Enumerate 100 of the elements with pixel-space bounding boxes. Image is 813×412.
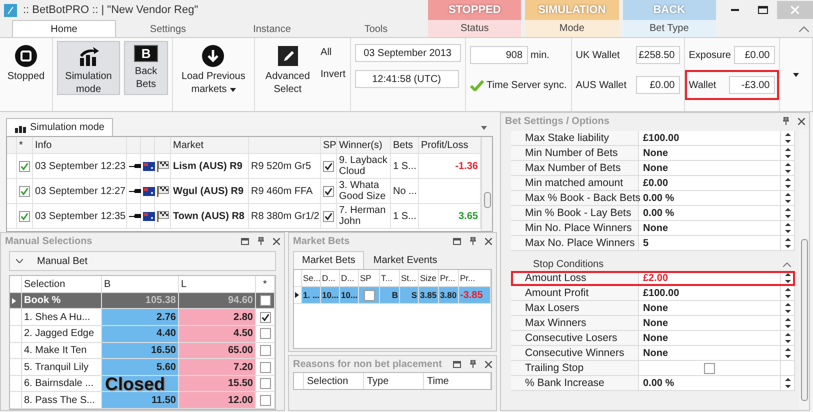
property-value[interactable]: 0.00 % xyxy=(639,376,781,390)
exposure-field[interactable]: £0.00 xyxy=(734,46,775,64)
column-header[interactable]: SP xyxy=(359,270,380,286)
context-tab-label[interactable]: Bet Type xyxy=(622,20,716,37)
column-header[interactable]: SP xyxy=(321,137,337,153)
lay-price-cell[interactable]: 2.80 xyxy=(179,309,256,326)
context-tab-label[interactable]: Mode xyxy=(525,20,618,37)
ribbon-tab[interactable]: Tools xyxy=(324,20,428,37)
panel-tab[interactable]: Market Bets xyxy=(293,251,364,270)
back-price-cell[interactable]: 16.50 xyxy=(102,342,179,358)
property-value[interactable]: None xyxy=(639,221,781,235)
ribbon-button[interactable]: Load Previous markets xyxy=(177,41,250,95)
checkbox[interactable] xyxy=(260,312,270,323)
checkbox[interactable] xyxy=(260,328,270,340)
wallet-field[interactable]: £0.00 xyxy=(636,76,680,94)
lay-price-cell[interactable]: 15.50 xyxy=(179,376,256,392)
checkbox[interactable] xyxy=(19,186,30,196)
ribbon-button[interactable]: Simulation mode xyxy=(57,41,120,95)
spinner-icon[interactable] xyxy=(785,318,791,328)
checkbox[interactable] xyxy=(364,290,374,301)
wallet-field[interactable]: -£3.00 xyxy=(728,76,775,94)
column-header[interactable]: Selection xyxy=(22,276,102,292)
panel-tab[interactable]: Market Events xyxy=(364,251,446,270)
chevron-up-icon[interactable] xyxy=(799,26,809,32)
back-price-cell[interactable]: 2.76 xyxy=(102,309,179,326)
scrollbar[interactable] xyxy=(481,137,492,232)
pin-icon[interactable] xyxy=(470,237,476,246)
property-value[interactable]: £0.00 xyxy=(639,176,781,190)
column-header[interactable]: Type xyxy=(364,373,424,390)
back-price-cell[interactable]: 4.40 xyxy=(102,326,179,342)
spinner-icon[interactable] xyxy=(785,148,791,158)
property-value[interactable]: 0.00 % xyxy=(639,206,781,220)
property-value[interactable]: 0.00 % xyxy=(639,191,781,205)
property-value[interactable]: £2.00 xyxy=(639,271,781,285)
date-field[interactable]: 03 September 2013 xyxy=(354,44,461,62)
spinner-icon[interactable] xyxy=(785,303,791,313)
checkbox[interactable] xyxy=(323,160,334,172)
checkbox[interactable] xyxy=(260,378,270,390)
ribbon-button[interactable]: Advanced Select xyxy=(258,41,317,95)
spinner-icon[interactable] xyxy=(785,288,791,298)
checkbox[interactable] xyxy=(704,362,715,374)
spinner-icon[interactable] xyxy=(785,133,791,143)
pin-icon[interactable] xyxy=(783,117,789,125)
bet-row[interactable]: 1. ... 10... 10... B S 3.85 3.80 -3.85 xyxy=(294,287,491,304)
select-link[interactable]: Invert xyxy=(320,69,346,80)
property-value[interactable]: None xyxy=(639,301,781,315)
column-header[interactable]: Time xyxy=(424,373,491,390)
checkbox[interactable] xyxy=(323,186,334,196)
property-value[interactable]: £100.00 xyxy=(639,131,781,145)
lay-price-cell[interactable]: 4.50 xyxy=(179,326,256,342)
time-field[interactable]: 12:41:58 (UTC) xyxy=(354,70,459,88)
checkbox[interactable] xyxy=(260,295,270,306)
select-link[interactable]: All xyxy=(320,47,346,58)
checkbox[interactable] xyxy=(19,210,30,222)
property-value[interactable]: None xyxy=(639,316,781,330)
spinner-icon[interactable] xyxy=(785,273,791,283)
column-header[interactable]: St... xyxy=(400,270,419,286)
close-icon[interactable] xyxy=(273,238,280,245)
property-value[interactable]: None xyxy=(639,161,781,175)
column-header[interactable]: Selection xyxy=(304,373,364,390)
lay-price-cell[interactable]: 7.20 xyxy=(179,359,256,375)
column-header[interactable]: Se... xyxy=(302,270,321,286)
ribbon-button[interactable]: B Back Bets xyxy=(124,41,168,95)
simulation-tab[interactable]: Simulation mode xyxy=(6,118,114,136)
column-header[interactable]: Pr... xyxy=(439,270,459,286)
column-header[interactable]: Bets xyxy=(391,137,419,153)
close-icon[interactable] xyxy=(485,238,492,245)
maximize-icon[interactable] xyxy=(241,238,249,245)
group-header[interactable]: Stop Conditions xyxy=(511,257,799,271)
lay-price-cell[interactable]: 12.00 xyxy=(179,392,256,408)
close-icon[interactable] xyxy=(798,118,805,124)
column-header[interactable]: Size xyxy=(419,270,439,286)
back-price-cell[interactable]: 5.60 xyxy=(102,359,179,375)
spinner-icon[interactable] xyxy=(785,163,791,173)
minutes-field[interactable]: 908 xyxy=(470,46,528,64)
column-header[interactable]: L xyxy=(179,276,256,292)
spinner-icon[interactable] xyxy=(785,223,791,233)
property-value[interactable]: None xyxy=(639,146,781,160)
column-header[interactable]: Market xyxy=(171,137,249,153)
close-icon[interactable] xyxy=(485,360,492,368)
property-value[interactable]: £100.00 xyxy=(639,286,781,300)
property-value[interactable]: None xyxy=(639,346,781,360)
column-header[interactable]: D... xyxy=(321,270,340,286)
ribbon-tab[interactable]: Home xyxy=(12,20,116,37)
column-header[interactable]: Winner(s) xyxy=(337,137,391,153)
lay-price-cell[interactable]: 65.00 xyxy=(179,342,256,358)
ribbon-tab[interactable]: Instance xyxy=(220,20,324,37)
wallet-field[interactable]: £258.50 xyxy=(636,46,680,64)
column-header[interactable]: Info xyxy=(33,137,127,153)
checkbox[interactable] xyxy=(323,210,334,222)
spinner-icon[interactable] xyxy=(785,348,791,358)
ribbon-button[interactable]: Stopped xyxy=(4,41,48,95)
property-value[interactable]: None xyxy=(639,331,781,345)
spinner-icon[interactable] xyxy=(785,378,791,388)
context-tab-label[interactable]: Status xyxy=(428,20,522,37)
pin-icon[interactable] xyxy=(258,237,264,246)
section-header[interactable]: Manual Bet xyxy=(9,251,276,272)
column-header[interactable]: Pr... xyxy=(459,270,491,286)
maximize-icon[interactable] xyxy=(453,360,461,368)
back-price-cell[interactable]: 11.50 xyxy=(102,392,179,408)
